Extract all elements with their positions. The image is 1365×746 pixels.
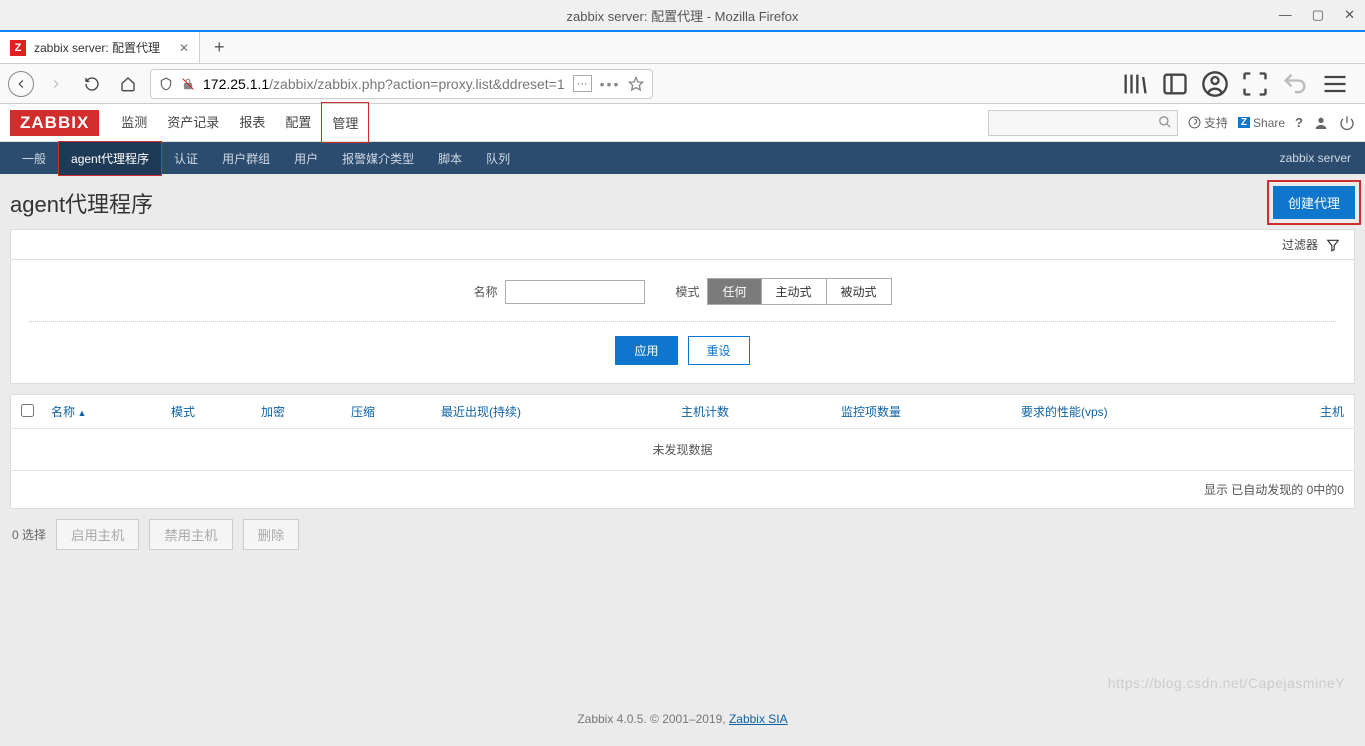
zabbix-header: ZABBIX 监测 资产记录 报表 配置 管理 支持 Z Share ?: [0, 104, 1365, 142]
filter-mode-segment: 任何 主动式 被动式: [707, 278, 891, 305]
browser-tab-strip: Z zabbix server: 配置代理 ✕ +: [0, 30, 1365, 64]
footer-link[interactable]: Zabbix SIA: [729, 712, 788, 726]
col-name[interactable]: 名称: [51, 403, 171, 420]
sub-nav: 一般 agent代理程序 认证 用户群组 用户 报警媒介类型 脚本 队列 zab…: [0, 142, 1365, 174]
filter-label: 过滤器: [1282, 236, 1318, 253]
window-titlebar: zabbix server: 配置代理 - Mozilla Firefox — …: [0, 0, 1365, 30]
home-button[interactable]: [114, 70, 142, 98]
browser-tab[interactable]: Z zabbix server: 配置代理 ✕: [0, 32, 200, 63]
subnav-server-name: zabbix server: [1280, 151, 1355, 165]
nav-monitoring[interactable]: 监测: [111, 102, 157, 143]
filter-panel: 名称 模式 任何 主动式 被动式 应用 重设: [10, 259, 1355, 384]
filter-toggle-bar: 过滤器: [10, 229, 1355, 259]
power-icon[interactable]: [1339, 115, 1355, 131]
apply-button[interactable]: 应用: [615, 336, 677, 365]
shield-icon: [159, 77, 173, 91]
proxy-table: 名称 模式 加密 压缩 最近出现(持续) 主机计数 监控项数量 要求的性能(vp…: [10, 394, 1355, 509]
batch-actions: 0 选择 启用主机 禁用主机 删除: [10, 509, 1355, 560]
search-icon[interactable]: [1158, 115, 1172, 129]
browser-tab-title: zabbix server: 配置代理: [34, 39, 160, 56]
delete-button: 删除: [243, 519, 300, 550]
tab-close-button[interactable]: ✕: [179, 41, 189, 55]
table-header: 名称 模式 加密 压缩 最近出现(持续) 主机计数 监控项数量 要求的性能(vp…: [11, 395, 1354, 429]
select-all-checkbox[interactable]: [21, 404, 34, 417]
col-encryption[interactable]: 加密: [261, 403, 351, 420]
address-bar[interactable]: 172.25.1.1/zabbix/zabbix.php?action=prox…: [150, 69, 653, 99]
favicon-zabbix-icon: Z: [10, 40, 26, 56]
filter-toggle[interactable]: 过滤器: [1268, 230, 1354, 259]
mode-active-button[interactable]: 主动式: [762, 279, 827, 304]
table-footer: 显示 已自动发现的 0中的0: [11, 471, 1354, 508]
reset-button[interactable]: 重设: [688, 336, 750, 365]
subnav-auth[interactable]: 认证: [162, 142, 210, 175]
share-link[interactable]: Z Share: [1238, 116, 1285, 130]
disable-hosts-button: 禁用主机: [149, 519, 232, 550]
mode-any-button[interactable]: 任何: [708, 279, 761, 304]
subnav-users[interactable]: 用户: [282, 142, 330, 175]
subnav-proxies[interactable]: agent代理程序: [58, 141, 162, 176]
screenshot-icon[interactable]: [1241, 70, 1269, 98]
mode-passive-button[interactable]: 被动式: [827, 279, 891, 304]
col-host[interactable]: 主机: [1281, 403, 1344, 420]
page-actions-icon[interactable]: •••: [600, 76, 621, 92]
user-icon[interactable]: [1313, 115, 1329, 131]
col-host-count[interactable]: 主机计数: [681, 403, 841, 420]
filter-mode-label: 模式: [675, 283, 699, 300]
insecure-lock-icon: [181, 77, 195, 91]
search-input[interactable]: [988, 110, 1178, 136]
menu-icon[interactable]: [1321, 70, 1349, 98]
nav-reports[interactable]: 报表: [229, 102, 275, 143]
subnav-media-types[interactable]: 报警媒介类型: [330, 142, 426, 175]
main-nav: 监测 资产记录 报表 配置 管理: [111, 102, 369, 143]
reload-button[interactable]: [78, 70, 106, 98]
create-proxy-button[interactable]: 创建代理: [1273, 186, 1355, 219]
enable-hosts-button: 启用主机: [56, 519, 139, 550]
forward-button: [42, 70, 70, 98]
window-close-button[interactable]: ✕: [1344, 7, 1355, 23]
subnav-user-groups[interactable]: 用户群组: [210, 142, 282, 175]
undo-icon: [1281, 70, 1309, 98]
nav-inventory[interactable]: 资产记录: [157, 102, 229, 143]
footer-text: Zabbix 4.0.5. © 2001–2019,: [577, 712, 729, 726]
footer: Zabbix 4.0.5. © 2001–2019, Zabbix SIA: [0, 572, 1365, 746]
col-compression[interactable]: 压缩: [351, 403, 441, 420]
sidebar-icon[interactable]: [1161, 70, 1189, 98]
back-button[interactable]: [8, 71, 34, 97]
filter-name-label: 名称: [473, 283, 497, 300]
filter-icon: [1326, 238, 1340, 252]
watermark: https://blog.csdn.net/CapejasmineY: [1108, 675, 1345, 691]
help-icon[interactable]: ?: [1295, 115, 1303, 130]
window-maximize-button[interactable]: ▢: [1312, 7, 1324, 23]
nav-configuration[interactable]: 配置: [275, 102, 321, 143]
nav-administration[interactable]: 管理: [321, 102, 369, 143]
subnav-queue[interactable]: 队列: [474, 142, 522, 175]
support-link[interactable]: 支持: [1188, 114, 1228, 131]
zabbix-logo[interactable]: ZABBIX: [10, 110, 99, 136]
window-title-text: zabbix server: 配置代理 - Mozilla Firefox: [567, 6, 799, 25]
url-text: 172.25.1.1/zabbix/zabbix.php?action=prox…: [203, 76, 565, 92]
col-item-count[interactable]: 监控项数量: [841, 403, 1021, 420]
table-empty-message: 未发现数据: [11, 429, 1354, 471]
reader-icon[interactable]: ⋯: [573, 75, 592, 92]
subnav-general[interactable]: 一般: [10, 142, 58, 175]
page-title: agent代理程序: [10, 187, 153, 219]
new-tab-button[interactable]: +: [200, 32, 239, 63]
filter-name-input[interactable]: [505, 280, 645, 304]
window-minimize-button[interactable]: —: [1279, 7, 1292, 23]
col-required-perf[interactable]: 要求的性能(vps): [1021, 403, 1281, 420]
bookmark-star-icon[interactable]: [628, 76, 644, 92]
account-icon[interactable]: [1201, 70, 1229, 98]
subnav-scripts[interactable]: 脚本: [426, 142, 474, 175]
browser-toolbar: 172.25.1.1/zabbix/zabbix.php?action=prox…: [0, 64, 1365, 104]
library-icon[interactable]: [1121, 70, 1149, 98]
selected-count: 0 选择: [12, 526, 46, 543]
col-mode[interactable]: 模式: [171, 403, 261, 420]
col-last-seen[interactable]: 最近出现(持续): [441, 403, 681, 420]
